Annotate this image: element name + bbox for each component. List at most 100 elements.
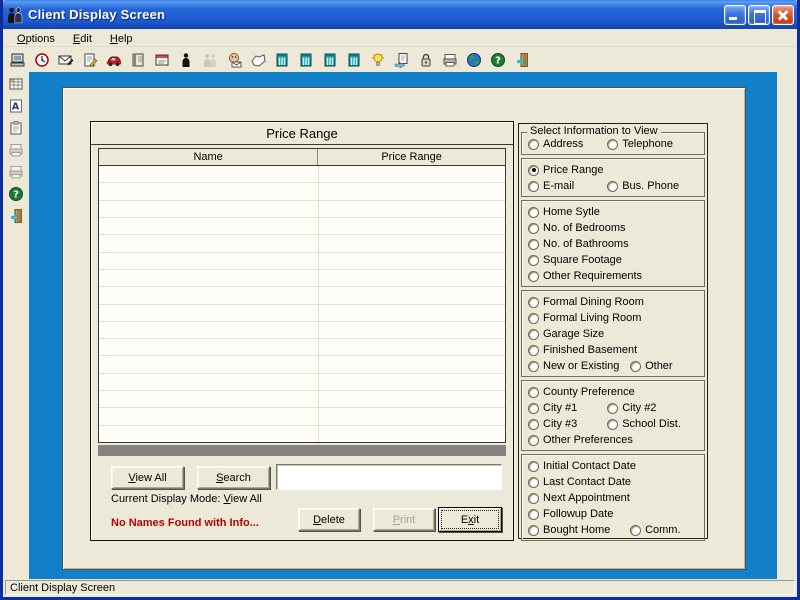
radio-option-other-preferences[interactable]: Other Preferences (528, 432, 633, 448)
radio-icon[interactable] (528, 329, 539, 340)
radio-option-no-of-bedrooms[interactable]: No. of Bedrooms (528, 220, 626, 236)
radio-icon[interactable] (528, 223, 539, 234)
radio-option-next-appointment[interactable]: Next Appointment (528, 490, 630, 506)
radio-option-square-footage[interactable]: Square Footage (528, 252, 622, 268)
table-body[interactable] (99, 166, 505, 442)
building-icon[interactable] (344, 51, 363, 69)
globe-icon[interactable] (464, 51, 483, 69)
radio-option-new-or-existing[interactable]: New or Existing (528, 358, 619, 374)
printer-icon[interactable] (440, 51, 459, 69)
radio-option-price-range[interactable]: Price Range (528, 162, 604, 178)
radio-option-telephone[interactable]: Telephone (607, 136, 673, 152)
radio-icon[interactable] (528, 435, 539, 446)
radio-option-other[interactable]: Other (630, 358, 673, 374)
radio-icon[interactable] (528, 493, 539, 504)
radio-icon[interactable] (528, 207, 539, 218)
radio-icon[interactable] (528, 419, 539, 430)
menu-edit[interactable]: Edit (64, 31, 101, 48)
radio-icon[interactable] (528, 461, 539, 472)
radio-option-school-dist[interactable]: School Dist. (607, 416, 681, 432)
help-icon[interactable]: ? (488, 51, 507, 69)
person-icon[interactable] (176, 51, 195, 69)
radio-icon[interactable] (630, 361, 641, 372)
radio-icon[interactable] (528, 313, 539, 324)
send-page-icon[interactable] (392, 51, 411, 69)
search-button[interactable]: Search (197, 466, 270, 489)
padlock-icon[interactable] (416, 51, 435, 69)
radio-icon[interactable] (607, 403, 618, 414)
exit-door-icon[interactable] (7, 207, 26, 225)
radio-option-initial-contact-date[interactable]: Initial Contact Date (528, 458, 636, 474)
lightbulb-icon[interactable] (368, 51, 387, 69)
grid-icon[interactable] (7, 75, 26, 93)
building-icon[interactable] (272, 51, 291, 69)
radio-option-e-mail[interactable]: E-mail (528, 178, 574, 194)
radio-option-formal-dining-room[interactable]: Formal Dining Room (528, 294, 644, 310)
radio-icon[interactable] (528, 165, 539, 176)
radio-icon[interactable] (528, 387, 539, 398)
hand-letter-icon[interactable] (248, 51, 267, 69)
help-icon[interactable]: ? (7, 185, 26, 203)
clipboard-icon[interactable] (7, 119, 26, 137)
minimize-button[interactable] (724, 5, 746, 25)
radio-option-comm[interactable]: Comm. (630, 522, 680, 538)
column-header-name[interactable]: Name (99, 149, 318, 165)
view-all-button[interactable]: View All (111, 466, 184, 489)
radio-option-last-contact-date[interactable]: Last Contact Date (528, 474, 631, 490)
notepad-icon[interactable] (80, 51, 99, 69)
people-icon[interactable] (200, 51, 219, 69)
radio-icon[interactable] (630, 525, 641, 536)
radio-option-bus-phone[interactable]: Bus. Phone (607, 178, 679, 194)
exit-button[interactable]: Exit (438, 507, 502, 532)
radio-option-bought-home[interactable]: Bought Home (528, 522, 610, 538)
radio-icon[interactable] (528, 239, 539, 250)
font-a-icon[interactable]: A (7, 97, 26, 115)
mail-pen-icon[interactable] (56, 51, 75, 69)
radio-icon[interactable] (528, 477, 539, 488)
radio-option-finished-basement[interactable]: Finished Basement (528, 342, 637, 358)
radio-icon[interactable] (528, 297, 539, 308)
clock-icon[interactable] (32, 51, 51, 69)
car-icon[interactable] (104, 51, 123, 69)
building-icon[interactable] (296, 51, 315, 69)
close-button[interactable] (772, 5, 794, 25)
printer-icon[interactable] (7, 141, 26, 159)
radio-icon[interactable] (528, 181, 539, 192)
radio-icon[interactable] (528, 139, 539, 150)
form-icon[interactable] (152, 51, 171, 69)
radio-option-formal-living-room[interactable]: Formal Living Room (528, 310, 641, 326)
computer-icon[interactable] (8, 51, 27, 69)
radio-icon[interactable] (528, 255, 539, 266)
table-scrollbar[interactable] (98, 445, 506, 456)
maximize-button[interactable] (748, 5, 770, 25)
exit-door-icon[interactable] (512, 51, 531, 69)
radio-option-city-2[interactable]: City #2 (607, 400, 656, 416)
delete-button[interactable]: Delete (298, 508, 360, 531)
print-button[interactable]: Print (373, 508, 435, 531)
radio-icon[interactable] (528, 525, 539, 536)
radio-option-no-of-bathrooms[interactable]: No. of Bathrooms (528, 236, 629, 252)
building-icon[interactable] (320, 51, 339, 69)
radio-icon[interactable] (607, 419, 618, 430)
radio-option-other-requirements[interactable]: Other Requirements (528, 268, 642, 284)
radio-option-city-3[interactable]: City #3 (528, 416, 577, 432)
radio-option-garage-size[interactable]: Garage Size (528, 326, 604, 342)
radio-icon[interactable] (528, 345, 539, 356)
radio-icon[interactable] (528, 509, 539, 520)
notebook-icon[interactable] (128, 51, 147, 69)
radio-option-city-1[interactable]: City #1 (528, 400, 577, 416)
menu-options[interactable]: Options (8, 31, 64, 48)
radio-icon[interactable] (528, 271, 539, 282)
radio-icon[interactable] (607, 139, 618, 150)
search-input[interactable] (276, 464, 502, 490)
titlebar[interactable]: Client Display Screen (0, 0, 800, 29)
printer-icon[interactable] (7, 163, 26, 181)
radio-icon[interactable] (528, 403, 539, 414)
column-header-price-range[interactable]: Price Range (318, 149, 505, 165)
face-mail-icon[interactable] (224, 51, 243, 69)
radio-icon[interactable] (528, 361, 539, 372)
radio-option-home-sytle[interactable]: Home Sytle (528, 204, 600, 220)
radio-option-address[interactable]: Address (528, 136, 583, 152)
radio-option-followup-date[interactable]: Followup Date (528, 506, 613, 522)
menu-help[interactable]: Help (101, 31, 142, 48)
